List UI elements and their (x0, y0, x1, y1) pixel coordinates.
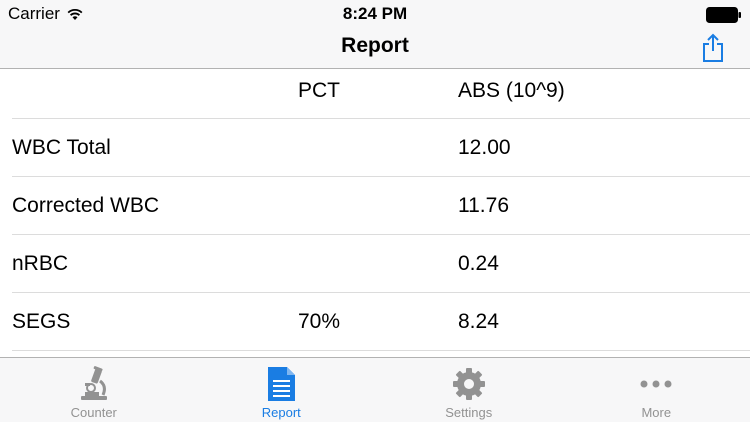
row-abs: 0.24 (458, 252, 499, 275)
row-name: nRBC (12, 252, 69, 275)
navigation-bar: Report (0, 30, 750, 69)
app-screen: Carrier 8:24 PM Report PCT ABS (10^9) WB… (0, 0, 750, 422)
page-title: Report (341, 34, 409, 57)
row-abs: 11.76 (458, 194, 509, 217)
table-row: WBC Total 12.00 (0, 119, 750, 177)
gear-icon (452, 368, 485, 400)
row-name: Corrected WBC (12, 194, 160, 217)
row-pct: 70% (298, 310, 341, 333)
tab-label: Report (261, 405, 301, 420)
row-name: SEGS (12, 310, 71, 333)
more-icon (640, 380, 672, 388)
tab-label: Settings (445, 405, 493, 420)
table-header-row: PCT ABS (10^9) (0, 69, 750, 119)
table-row: SEGS 70% 8.24 (0, 293, 750, 351)
table-row: Corrected WBC 11.76 (0, 177, 750, 235)
tab-report[interactable]: Report (188, 358, 376, 422)
table-row: nRBC 0.24 (0, 235, 750, 293)
share-icon[interactable] (702, 33, 724, 63)
header-abs: ABS (10^9) (458, 79, 565, 102)
tab-more[interactable]: More (563, 358, 750, 422)
row-name: WBC Total (12, 136, 111, 159)
tab-label: More (641, 405, 672, 420)
battery-icon (706, 7, 741, 23)
microscope-icon (80, 366, 107, 400)
row-abs: 8.24 (458, 310, 499, 333)
tab-counter[interactable]: Counter (0, 358, 188, 422)
tab-label: Counter (70, 405, 117, 420)
row-abs: 12.00 (458, 136, 511, 159)
document-icon (268, 367, 296, 401)
tab-bar: Counter Report Settings More (0, 357, 750, 422)
tab-settings[interactable]: Settings (375, 358, 563, 422)
status-time: 8:24 PM (342, 4, 408, 23)
header-pct: PCT (298, 79, 340, 102)
status-bar: Carrier 8:24 PM (0, 0, 750, 30)
report-table: PCT ABS (10^9) WBC Total 12.00 Corrected… (0, 69, 750, 357)
